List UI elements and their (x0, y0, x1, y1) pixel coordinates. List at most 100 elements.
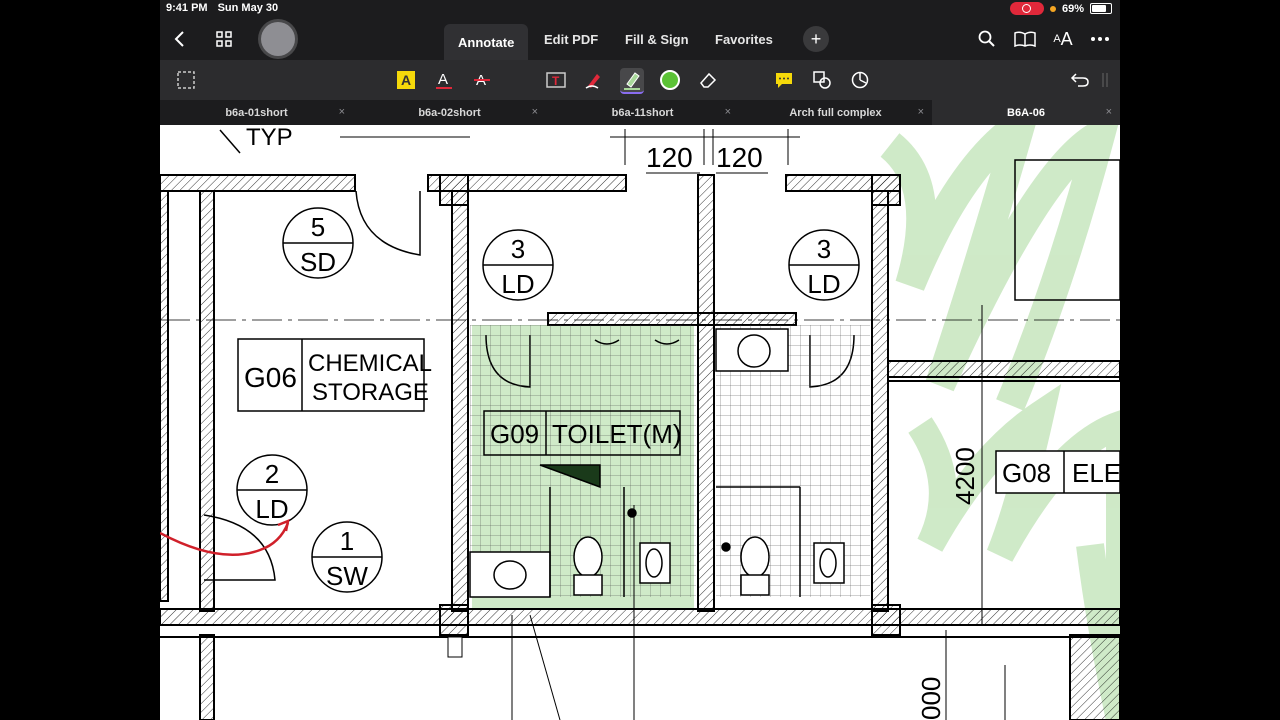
color-swatch-icon (660, 70, 680, 90)
room-name-toilet: TOILET(M) (552, 419, 682, 449)
undo-button[interactable] (1068, 68, 1092, 92)
more-button[interactable] (1088, 18, 1112, 60)
close-icon[interactable]: × (1106, 106, 1112, 118)
text-box-button[interactable]: T (544, 68, 568, 92)
strikethrough-text-button[interactable]: A (470, 68, 494, 92)
measure-button[interactable] (848, 68, 872, 92)
doc-tab-label: Arch full complex (789, 106, 882, 119)
back-button[interactable] (168, 18, 192, 60)
room-code-g08: G08 (1002, 458, 1051, 488)
tag-suffix: LD (807, 269, 840, 299)
tag-number: 3 (511, 234, 525, 264)
add-tool-button[interactable]: + (803, 18, 829, 60)
select-tool-button[interactable] (174, 68, 198, 92)
door-tag[interactable]: 3 LD (482, 229, 554, 301)
strikethrough-icon: A (474, 72, 490, 89)
draw-tool-button[interactable] (582, 68, 606, 92)
room-code-g06: G06 (244, 362, 297, 393)
door-tag[interactable]: 5 SD (282, 207, 354, 279)
room-name-line1: CHEMICAL (308, 350, 432, 377)
ellipsis-icon (1091, 37, 1109, 41)
small-a-icon: A (1053, 33, 1061, 45)
assistive-touch-icon (261, 22, 295, 56)
svg-text:A: A (438, 71, 448, 88)
eraser-icon (700, 72, 717, 88)
doc-tab[interactable]: b6a-02short × (353, 100, 546, 125)
toolbar-handle[interactable] (1098, 68, 1112, 92)
tab-fill-sign[interactable]: Fill & Sign (625, 18, 689, 60)
dim-120-a: 120 (646, 142, 693, 173)
top-nav: Annotate Edit PDF Fill & Sign Favorites … (160, 18, 1120, 60)
undo-icon (1070, 73, 1089, 87)
room-code-g09: G09 (490, 419, 539, 449)
pdf-page[interactable]: 120 120 TYP 5 SD 3 LD 3 LD 2 LD 1 SW G06… (160, 89, 1120, 720)
comment-icon (776, 73, 792, 88)
tab-favorites[interactable]: Favorites (715, 18, 773, 60)
close-icon[interactable]: × (918, 106, 924, 118)
battery-percent: 69% (1061, 2, 1084, 15)
room-name-line2: STORAGE (312, 379, 429, 406)
privacy-dot-icon (1049, 5, 1056, 12)
doc-tab-label: b6a-02short (418, 106, 481, 119)
tab-annotate[interactable]: Annotate (444, 24, 529, 60)
doc-tab[interactable]: b6a-01short × (160, 100, 353, 125)
door-tag[interactable]: 3 LD (788, 229, 860, 301)
tag-suffix: LD (255, 494, 288, 524)
tag-number: 3 (817, 234, 831, 264)
text-box-icon: T (546, 72, 566, 88)
search-icon (978, 30, 995, 47)
doc-tab-label: b6a-01short (225, 106, 288, 119)
tab-edit-pdf[interactable]: Edit PDF (544, 18, 598, 60)
thumbnails-button[interactable] (212, 18, 236, 60)
tag-number: 5 (311, 212, 325, 242)
tag-suffix: SD (300, 247, 336, 277)
doc-tab-label: B6A-06 (1007, 106, 1045, 119)
doc-tab[interactable]: Arch full complex × (739, 100, 932, 125)
dim-4200: 4200 (950, 447, 980, 505)
doc-tab-label: b6a-11short (611, 106, 674, 119)
status-date: Sun May 30 (217, 2, 279, 14)
tag-number: 2 (265, 459, 279, 489)
chevron-left-icon (174, 31, 184, 47)
marquee-select-icon (177, 71, 195, 89)
underline-text-button[interactable]: A (432, 68, 456, 92)
color-picker-button[interactable] (658, 68, 682, 92)
door-tag[interactable]: 2 LD (236, 454, 308, 526)
drag-handle-icon (1102, 73, 1108, 87)
screen-record-icon[interactable] (1009, 2, 1044, 15)
text-size-button[interactable]: AA (1050, 18, 1076, 60)
room-name-ele: ELE (1072, 458, 1120, 488)
doc-tab[interactable]: b6a-11short × (546, 100, 739, 125)
highlight-text-button[interactable]: A (394, 68, 418, 92)
close-icon[interactable]: × (725, 106, 731, 118)
highlighter-tool-button[interactable] (620, 68, 644, 94)
highlight-text-icon: A (397, 71, 415, 89)
battery-icon (1090, 3, 1112, 14)
eraser-button[interactable] (696, 68, 720, 92)
grid-icon (216, 31, 232, 47)
reading-mode-button[interactable] (1012, 18, 1038, 60)
assistive-touch-button[interactable] (260, 18, 296, 60)
book-icon (1014, 31, 1036, 47)
door-tag[interactable]: 1 SW (311, 521, 383, 593)
close-icon[interactable]: × (339, 106, 345, 118)
status-time: 9:41 PM (166, 2, 208, 14)
pen-icon (585, 74, 600, 89)
shapes-button[interactable] (810, 68, 834, 92)
tag-suffix: LD (501, 269, 534, 299)
annotation-toolbar: A A A T (160, 60, 1120, 100)
status-bar: 9:41 PM Sun May 30 69% (160, 0, 1120, 18)
typ-label: TYP (246, 125, 293, 151)
plus-icon: + (803, 26, 829, 52)
document-tabs: b6a-01short × b6a-02short × b6a-11short × A… (160, 100, 1120, 125)
pie-icon (851, 71, 869, 89)
close-icon[interactable]: × (532, 106, 538, 118)
dim-bottom: 000 (916, 677, 946, 720)
floor-plan-drawing[interactable]: 120 120 TYP 5SD 3LD 3LD 2LD 1SW G06 CHEM… (160, 89, 1120, 720)
underline-text-icon: A (436, 71, 452, 89)
search-button[interactable] (976, 18, 998, 60)
doc-tab-active[interactable]: B6A-06 × (932, 100, 1120, 125)
note-button[interactable] (772, 68, 796, 92)
tag-number: 1 (340, 526, 354, 556)
highlighter-icon (624, 72, 640, 90)
